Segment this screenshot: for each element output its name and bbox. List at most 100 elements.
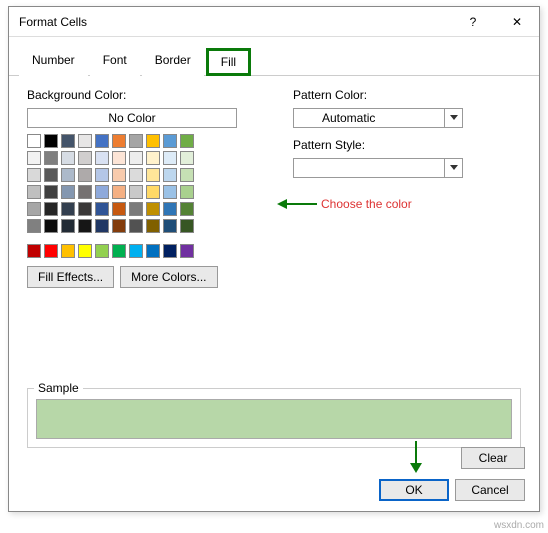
color-swatch[interactable] (163, 134, 177, 148)
color-swatch[interactable] (27, 134, 41, 148)
color-swatch[interactable] (44, 202, 58, 216)
help-icon: ? (470, 15, 477, 29)
color-swatch[interactable] (112, 244, 126, 258)
color-swatch[interactable] (146, 185, 160, 199)
dialog-action-buttons: OK Cancel (379, 479, 525, 501)
chevron-down-icon (444, 159, 462, 177)
color-swatch[interactable] (146, 168, 160, 182)
color-swatch[interactable] (180, 202, 194, 216)
color-swatch[interactable] (129, 168, 143, 182)
color-swatch[interactable] (27, 151, 41, 165)
color-swatch[interactable] (129, 219, 143, 233)
color-swatch[interactable] (78, 185, 92, 199)
color-swatch[interactable] (163, 168, 177, 182)
color-palette (27, 134, 263, 258)
color-swatch[interactable] (129, 202, 143, 216)
color-swatch[interactable] (61, 244, 75, 258)
color-swatch[interactable] (61, 134, 75, 148)
color-swatch[interactable] (61, 168, 75, 182)
color-swatch[interactable] (95, 219, 109, 233)
annotation-callout: Choose the color (277, 197, 412, 211)
color-swatch[interactable] (61, 151, 75, 165)
color-swatch[interactable] (61, 185, 75, 199)
color-swatch[interactable] (146, 202, 160, 216)
color-swatch[interactable] (163, 244, 177, 258)
color-swatch[interactable] (112, 202, 126, 216)
color-swatch[interactable] (27, 219, 41, 233)
color-swatch[interactable] (180, 219, 194, 233)
color-swatch[interactable] (78, 134, 92, 148)
tab-font[interactable]: Font (90, 48, 140, 76)
color-swatch[interactable] (78, 151, 92, 165)
color-swatch[interactable] (27, 202, 41, 216)
arrow-left-icon (277, 198, 317, 210)
color-swatch[interactable] (112, 134, 126, 148)
color-swatch[interactable] (129, 244, 143, 258)
color-swatch[interactable] (180, 244, 194, 258)
tab-fill[interactable]: Fill (206, 48, 251, 76)
color-swatch[interactable] (112, 168, 126, 182)
clear-button[interactable]: Clear (461, 447, 525, 469)
fill-effects-button[interactable]: Fill Effects... (27, 266, 114, 288)
color-swatch[interactable] (78, 219, 92, 233)
tab-number[interactable]: Number (19, 48, 88, 76)
chevron-down-icon (444, 109, 462, 127)
ok-button[interactable]: OK (379, 479, 449, 501)
no-color-button[interactable]: No Color (27, 108, 237, 128)
color-swatch[interactable] (146, 244, 160, 258)
color-swatch[interactable] (129, 134, 143, 148)
background-color-section: Background Color: No Color Fill Effects.… (27, 88, 263, 288)
color-swatch[interactable] (146, 134, 160, 148)
pattern-color-label: Pattern Color: (293, 88, 521, 102)
color-swatch[interactable] (180, 134, 194, 148)
color-swatch[interactable] (61, 219, 75, 233)
close-button[interactable]: ✕ (495, 7, 539, 37)
color-swatch[interactable] (163, 151, 177, 165)
color-swatch[interactable] (129, 151, 143, 165)
color-swatch[interactable] (146, 151, 160, 165)
color-swatch[interactable] (163, 219, 177, 233)
color-swatch[interactable] (180, 185, 194, 199)
arrow-down-icon (409, 441, 423, 473)
tab-border[interactable]: Border (142, 48, 204, 76)
title-bar: Format Cells ? ✕ (9, 7, 539, 37)
color-swatch[interactable] (27, 244, 41, 258)
color-swatch[interactable] (163, 185, 177, 199)
color-swatch[interactable] (112, 185, 126, 199)
color-swatch[interactable] (95, 202, 109, 216)
color-swatch[interactable] (95, 244, 109, 258)
cancel-button[interactable]: Cancel (455, 479, 525, 501)
pattern-color-dropdown[interactable]: Automatic (293, 108, 463, 128)
color-swatch[interactable] (95, 151, 109, 165)
color-swatch[interactable] (78, 244, 92, 258)
color-swatch[interactable] (112, 151, 126, 165)
pattern-section: Pattern Color: Automatic Pattern Style: (263, 88, 521, 288)
pattern-style-dropdown[interactable] (293, 158, 463, 178)
color-swatch[interactable] (44, 168, 58, 182)
color-swatch[interactable] (44, 151, 58, 165)
sample-label: Sample (34, 381, 83, 395)
color-swatch[interactable] (163, 202, 177, 216)
pattern-style-label: Pattern Style: (293, 138, 521, 152)
close-icon: ✕ (512, 15, 522, 29)
color-swatch[interactable] (180, 168, 194, 182)
color-swatch[interactable] (44, 134, 58, 148)
color-swatch[interactable] (27, 168, 41, 182)
color-swatch[interactable] (44, 244, 58, 258)
color-swatch[interactable] (78, 202, 92, 216)
more-colors-button[interactable]: More Colors... (120, 266, 217, 288)
color-swatch[interactable] (78, 168, 92, 182)
color-swatch[interactable] (27, 185, 41, 199)
color-swatch[interactable] (61, 202, 75, 216)
color-swatch[interactable] (112, 219, 126, 233)
color-swatch[interactable] (44, 219, 58, 233)
color-swatch[interactable] (180, 151, 194, 165)
color-swatch[interactable] (95, 168, 109, 182)
watermark: wsxdn.com (494, 520, 544, 531)
color-swatch[interactable] (95, 134, 109, 148)
color-swatch[interactable] (95, 185, 109, 199)
color-swatch[interactable] (146, 219, 160, 233)
color-swatch[interactable] (44, 185, 58, 199)
help-button[interactable]: ? (451, 7, 495, 37)
color-swatch[interactable] (129, 185, 143, 199)
